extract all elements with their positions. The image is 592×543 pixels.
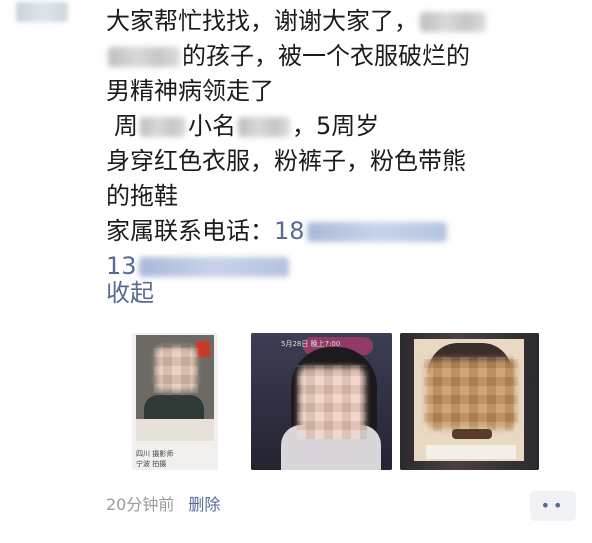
redacted-nickname bbox=[238, 117, 290, 137]
nickname-label: 小名 bbox=[188, 112, 236, 140]
redacted-phone-2 bbox=[138, 257, 289, 277]
phone-1-visible-digits: 18 bbox=[274, 217, 305, 245]
post-line-3: 男精神病领走了 bbox=[106, 77, 274, 105]
avatar[interactable] bbox=[16, 2, 68, 22]
contact-label: 家属联系电话： bbox=[106, 217, 274, 245]
photo-1-caption: 四川 摄影师 bbox=[136, 450, 174, 458]
redacted-phone-1 bbox=[306, 222, 447, 242]
contact-line: 家属联系电话：18 bbox=[106, 214, 576, 249]
collapse-link[interactable]: 收起 bbox=[106, 276, 154, 311]
post-line-1-text: 大家帮忙找找，谢谢大家了， bbox=[106, 7, 418, 35]
post-text: 大家帮忙找找，谢谢大家了， 的孩子，被一个衣服破烂的 男精神病领走了 周 小名 ，5… bbox=[106, 4, 576, 284]
redacted-given-name bbox=[140, 117, 186, 137]
phone-line-2: 13 bbox=[106, 249, 576, 284]
phone-link-1[interactable]: 18 bbox=[274, 217, 449, 245]
redacted-name bbox=[108, 47, 180, 67]
photo-thumbnail-3[interactable] bbox=[400, 333, 539, 470]
surname-text: 周 bbox=[114, 112, 138, 140]
photo-2-stamp: 5月28日 晚上7:00 bbox=[281, 340, 341, 348]
post-meta: 20分钟前 删除 bbox=[106, 494, 234, 516]
photo-thumbnail-2[interactable]: 5月28日 晚上7:00 bbox=[251, 333, 392, 470]
timestamp: 20分钟前 bbox=[106, 495, 175, 514]
post-line-1: 大家帮忙找找，谢谢大家了， bbox=[106, 4, 576, 39]
post-line-2: 的孩子，被一个衣服破烂的 bbox=[106, 39, 576, 74]
more-button[interactable]: •• bbox=[530, 491, 576, 521]
more-dots-icon: •• bbox=[540, 496, 566, 515]
redacted-name bbox=[420, 12, 486, 32]
age-text: ，5周岁 bbox=[292, 112, 380, 140]
post-line-6: 的拖鞋 bbox=[106, 182, 178, 210]
post-line-5: 身穿红色衣服，粉裤子，粉色带熊 bbox=[106, 147, 466, 175]
photo-thumbnail-1[interactable]: 四川 摄影师 宁波 拍摄 bbox=[132, 333, 218, 470]
photo-1-caption-2: 宁波 拍摄 bbox=[136, 460, 167, 468]
post-line-4: 周 小名 ，5周岁 bbox=[106, 109, 576, 144]
post-line-2-text: 的孩子，被一个衣服破烂的 bbox=[182, 42, 470, 70]
delete-link[interactable]: 删除 bbox=[188, 495, 220, 514]
